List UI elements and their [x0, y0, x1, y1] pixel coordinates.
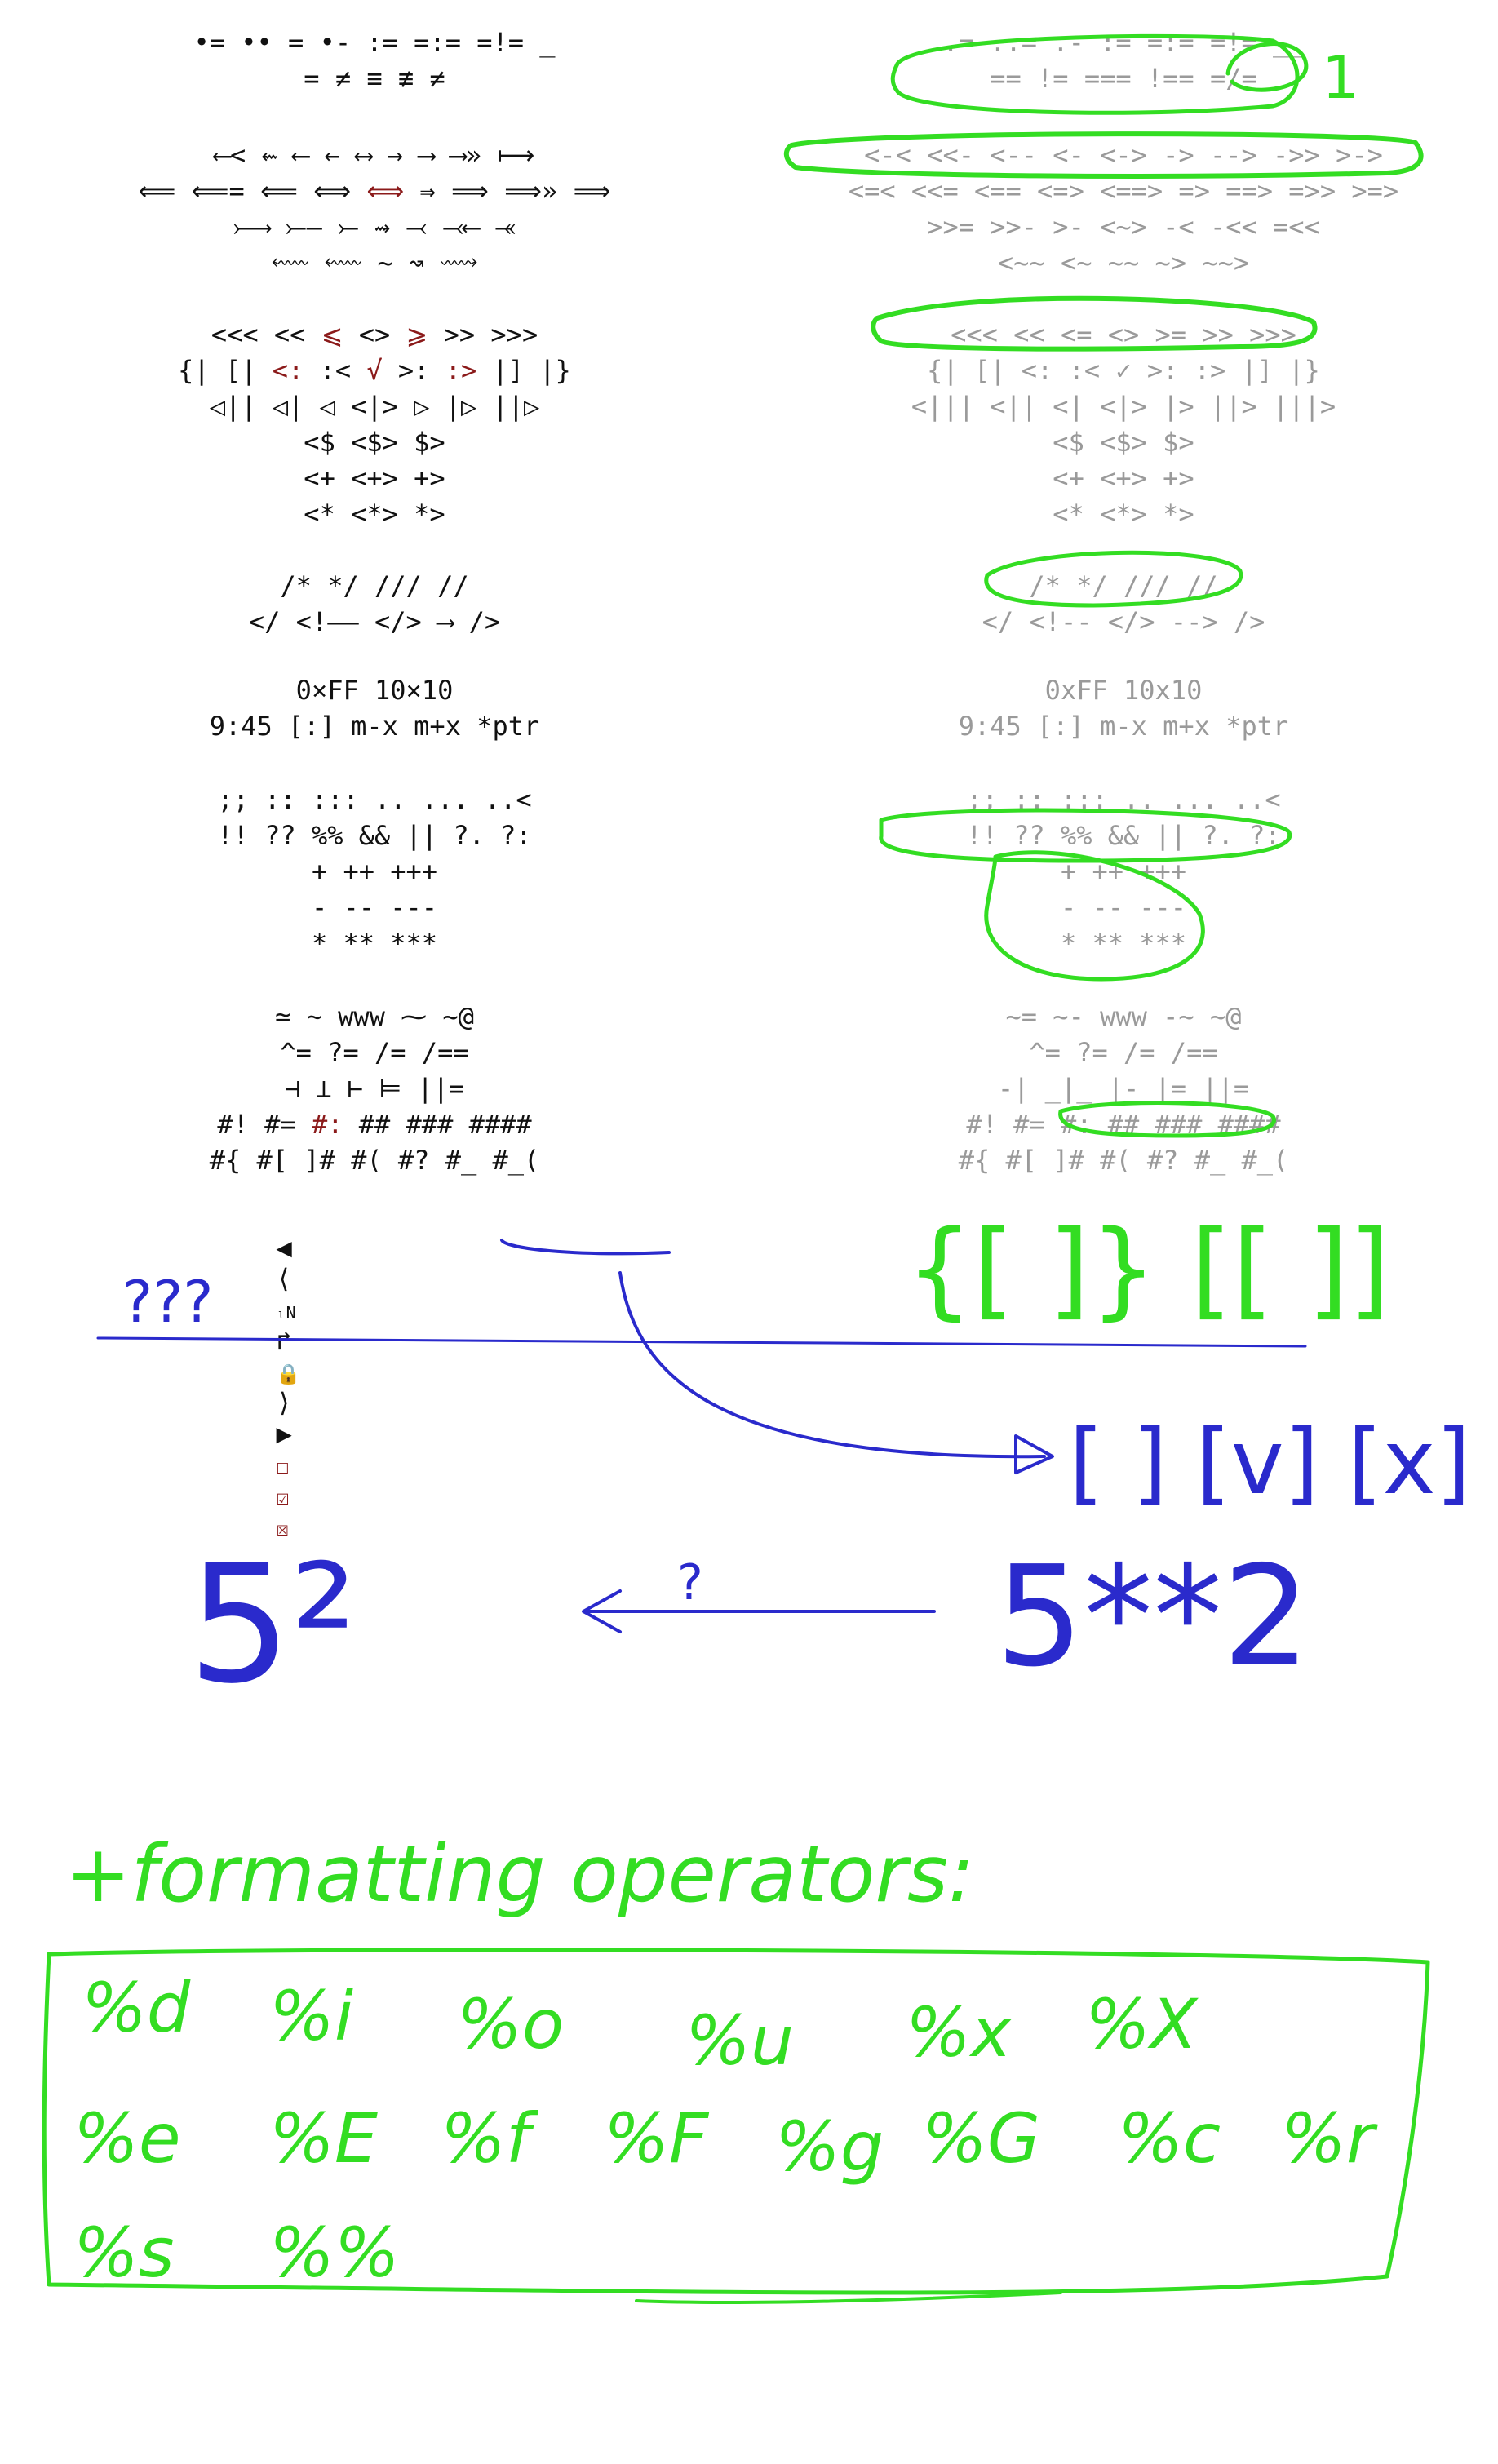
note-brackets: {[ ]} [[ ]] [906, 1207, 1390, 1331]
note-checkbox-text: [ ] [v] [x] [1069, 1410, 1471, 1514]
note-formatting-title: +formatting operators: [65, 1828, 974, 1920]
fmt-spec: %g [775, 2107, 884, 2187]
fmt-spec: %o [457, 1984, 564, 2064]
fmt-spec: %f [441, 2098, 539, 2178]
note-power-op: 5**2 [995, 1536, 1310, 1698]
green-loop-plusminus [984, 850, 1205, 982]
fmt-spec: %X [1085, 1984, 1199, 2064]
green-loop-arrows [783, 131, 1424, 179]
handwriting-layer: 1 {[ ]} [[ ]] +formatting operators: %d … [42, 33, 1471, 2304]
fmt-spec: %s [73, 2213, 175, 2293]
fmt-spec: %E [269, 2098, 378, 2178]
green-loop-logic [879, 808, 1292, 863]
note-power-arrow-label: ? [677, 1554, 703, 1611]
blue-arrow-power [582, 1589, 936, 1633]
fmt-spec: %c [1118, 2098, 1221, 2178]
note-number-one: 1 [1322, 43, 1359, 112]
note-power: 5² [188, 1530, 357, 1720]
blue-arrow-head [1014, 1434, 1054, 1474]
fmt-spec: %x [906, 1992, 1013, 2072]
fmt-spec: %% [269, 2213, 400, 2293]
blue-divider-line [96, 1336, 1307, 1348]
fmt-spec: %u [685, 2001, 794, 2081]
fmt-spec: %F [604, 2098, 710, 2178]
green-loop-angles [871, 295, 1318, 352]
fmt-spec: %d [82, 1968, 191, 2048]
green-loop-hashes [1058, 1101, 1276, 1138]
fmt-spec: %r [1281, 2098, 1378, 2178]
fmt-spec: %i [269, 1976, 353, 2056]
green-loop-equals [890, 33, 1300, 115]
formatting-grid: %d %i %o %u %x %X %e %E %f %F %g %G %c %… [73, 1968, 1378, 2293]
green-loop-comments [984, 550, 1243, 608]
fmt-spec: %G [922, 2098, 1040, 2178]
note-question-marks: ??? [122, 1269, 213, 1336]
fmt-spec: %e [73, 2098, 181, 2178]
